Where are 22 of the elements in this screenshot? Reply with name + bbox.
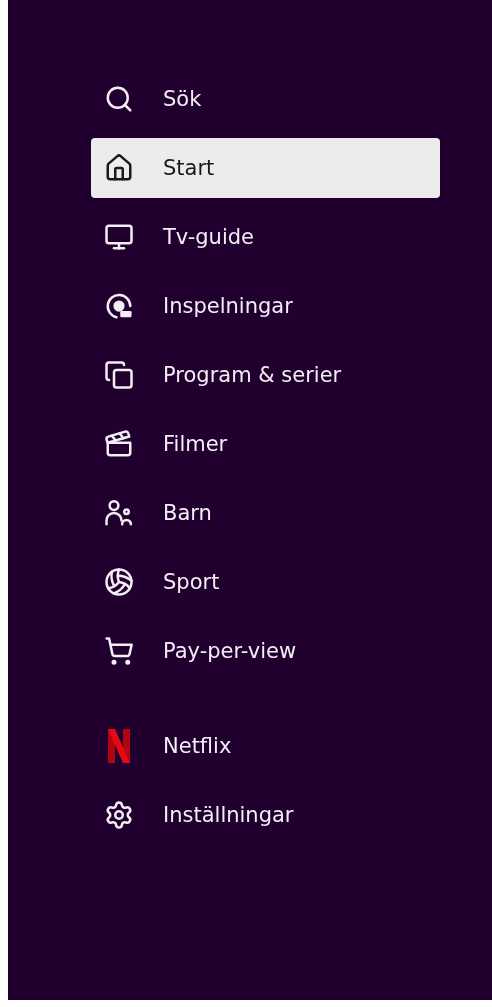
clapperboard-icon: [104, 429, 134, 459]
search-icon: [104, 84, 134, 114]
menu-item[interactable]: Start: [91, 138, 440, 198]
ball-icon: [104, 567, 134, 597]
menu-item[interactable]: Sök: [91, 69, 440, 129]
menu-item[interactable]: Inställningar: [91, 785, 440, 845]
menu-item[interactable]: Tv-guide: [91, 207, 440, 267]
menu-item[interactable]: Barn: [91, 483, 440, 543]
menu-item[interactable]: Program & serier: [91, 345, 440, 405]
settings-icon: [104, 800, 134, 830]
n-logo-icon: [108, 729, 130, 763]
recording-icon: [104, 291, 134, 321]
cart-icon: [104, 636, 134, 666]
menu-item[interactable]: Filmer: [91, 414, 440, 474]
menu-item[interactable]: Inspelningar: [91, 276, 440, 336]
stacked-squares-icon: [104, 360, 134, 390]
menu-item[interactable]: Pay-per-view: [91, 621, 440, 681]
people-icon: [104, 498, 134, 528]
monitor-icon: [104, 222, 134, 252]
menu-item[interactable]: Sport: [91, 552, 440, 612]
menu-item[interactable]: Netflix: [91, 716, 440, 776]
house-icon: [104, 153, 134, 183]
